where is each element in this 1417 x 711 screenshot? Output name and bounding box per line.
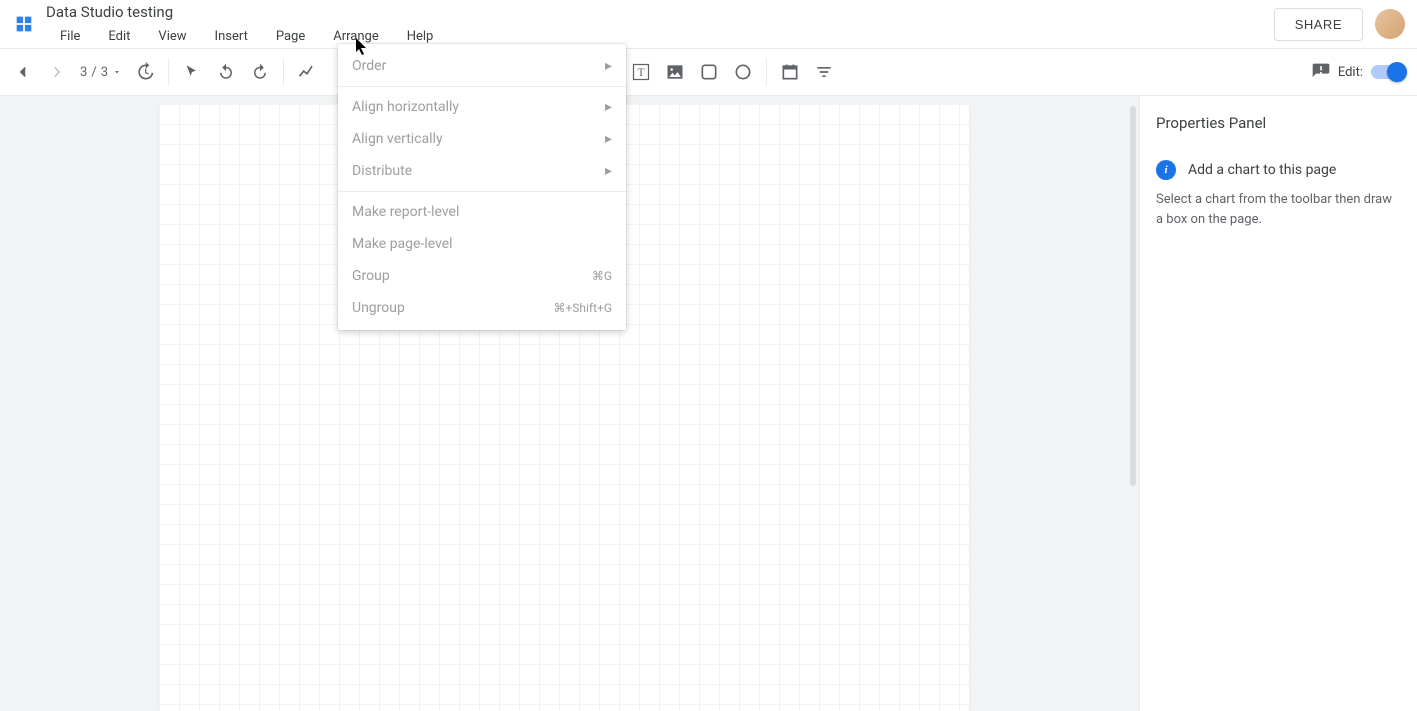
toolbar: 3 / 3 T Edit: bbox=[0, 48, 1417, 96]
text-tool-button[interactable]: T bbox=[624, 55, 658, 89]
submenu-arrow-icon: ▸ bbox=[605, 58, 612, 74]
image-tool-button[interactable] bbox=[658, 55, 692, 89]
dropdown-item-shortcut: ⌘+Shift+G bbox=[553, 301, 612, 315]
page-current: 3 bbox=[80, 65, 87, 80]
dropdown-item-label: Ungroup bbox=[352, 300, 405, 316]
dropdown-item-distribute[interactable]: Distribute ▸ bbox=[338, 155, 626, 187]
edit-label: Edit: bbox=[1338, 65, 1363, 80]
page-total: 3 bbox=[101, 65, 108, 80]
dropdown-item-shortcut: ⌘G bbox=[592, 269, 612, 283]
submenu-arrow-icon: ▸ bbox=[605, 131, 612, 147]
dropdown-item-label: Make page-level bbox=[352, 236, 453, 252]
dropdown-item-label: Distribute bbox=[352, 163, 412, 179]
menu-edit[interactable]: Edit bbox=[94, 25, 144, 48]
page-indicator[interactable]: 3 / 3 bbox=[74, 65, 128, 80]
history-button[interactable] bbox=[128, 55, 162, 89]
toolbar-divider bbox=[283, 58, 284, 86]
vertical-scrollbar[interactable] bbox=[1127, 96, 1139, 711]
dropdown-item-label: Align horizontally bbox=[352, 99, 459, 115]
share-button[interactable]: SHARE bbox=[1274, 8, 1363, 41]
filter-tool-button[interactable] bbox=[807, 55, 841, 89]
properties-panel: Properties Panel i Add a chart to this p… bbox=[1139, 96, 1417, 711]
redo-button[interactable] bbox=[243, 55, 277, 89]
submenu-arrow-icon: ▸ bbox=[605, 99, 612, 115]
dropdown-item-align-vertical[interactable]: Align vertically ▸ bbox=[338, 123, 626, 155]
circle-tool-button[interactable] bbox=[726, 55, 760, 89]
toolbar-divider bbox=[766, 58, 767, 86]
date-range-tool-button[interactable] bbox=[773, 55, 807, 89]
rectangle-tool-button[interactable] bbox=[692, 55, 726, 89]
dropdown-item-label: Align vertically bbox=[352, 131, 443, 147]
dropdown-item-order[interactable]: Order ▸ bbox=[338, 50, 626, 82]
panel-hint-row: i Add a chart to this page bbox=[1156, 160, 1401, 180]
dropdown-item-label: Group bbox=[352, 268, 390, 284]
scrollbar-thumb[interactable] bbox=[1130, 106, 1136, 486]
page-sep: / bbox=[91, 65, 96, 80]
line-chart-tool[interactable] bbox=[290, 55, 324, 89]
dropdown-separator bbox=[338, 191, 626, 192]
feedback-button[interactable] bbox=[1304, 55, 1338, 89]
nav-back-button[interactable] bbox=[6, 55, 40, 89]
info-icon: i bbox=[1156, 160, 1176, 180]
menubar: File Edit View Insert Page Arrange Help bbox=[46, 25, 1274, 48]
dropdown-item-label: Make report-level bbox=[352, 204, 459, 220]
dropdown-item-report-level[interactable]: Make report-level bbox=[338, 196, 626, 228]
dropdown-item-page-level[interactable]: Make page-level bbox=[338, 228, 626, 260]
chevron-down-icon bbox=[112, 67, 122, 77]
menu-insert[interactable]: Insert bbox=[201, 25, 262, 48]
toolbar-divider bbox=[168, 58, 169, 86]
dropdown-item-align-horizontal[interactable]: Align horizontally ▸ bbox=[338, 91, 626, 123]
dropdown-item-group[interactable]: Group ⌘G bbox=[338, 260, 626, 292]
title-area: Data Studio testing File Edit View Inser… bbox=[46, 1, 1274, 48]
dropdown-item-ungroup[interactable]: Ungroup ⌘+Shift+G bbox=[338, 292, 626, 324]
panel-hint-body: Select a chart from the toolbar then dra… bbox=[1156, 190, 1401, 229]
dropdown-item-label: Order bbox=[352, 58, 386, 74]
menu-page[interactable]: Page bbox=[262, 25, 319, 48]
edit-toggle[interactable] bbox=[1371, 65, 1405, 79]
svg-text:T: T bbox=[637, 66, 644, 79]
menu-file[interactable]: File bbox=[46, 25, 94, 48]
undo-button[interactable] bbox=[209, 55, 243, 89]
properties-panel-title: Properties Panel bbox=[1156, 114, 1401, 132]
nav-forward-button[interactable] bbox=[40, 55, 74, 89]
edit-mode-area: Edit: bbox=[1338, 65, 1405, 80]
arrange-dropdown: Order ▸ Align horizontally ▸ Align verti… bbox=[338, 44, 626, 330]
panel-hint-title: Add a chart to this page bbox=[1188, 162, 1336, 178]
select-tool-button[interactable] bbox=[175, 55, 209, 89]
app-header: Data Studio testing File Edit View Inser… bbox=[0, 0, 1417, 48]
workspace: Properties Panel i Add a chart to this p… bbox=[0, 96, 1417, 711]
menu-view[interactable]: View bbox=[144, 25, 200, 48]
submenu-arrow-icon: ▸ bbox=[605, 163, 612, 179]
dropdown-separator bbox=[338, 86, 626, 87]
document-title[interactable]: Data Studio testing bbox=[46, 3, 1274, 21]
app-logo-icon bbox=[12, 12, 36, 36]
user-avatar[interactable] bbox=[1375, 9, 1405, 39]
